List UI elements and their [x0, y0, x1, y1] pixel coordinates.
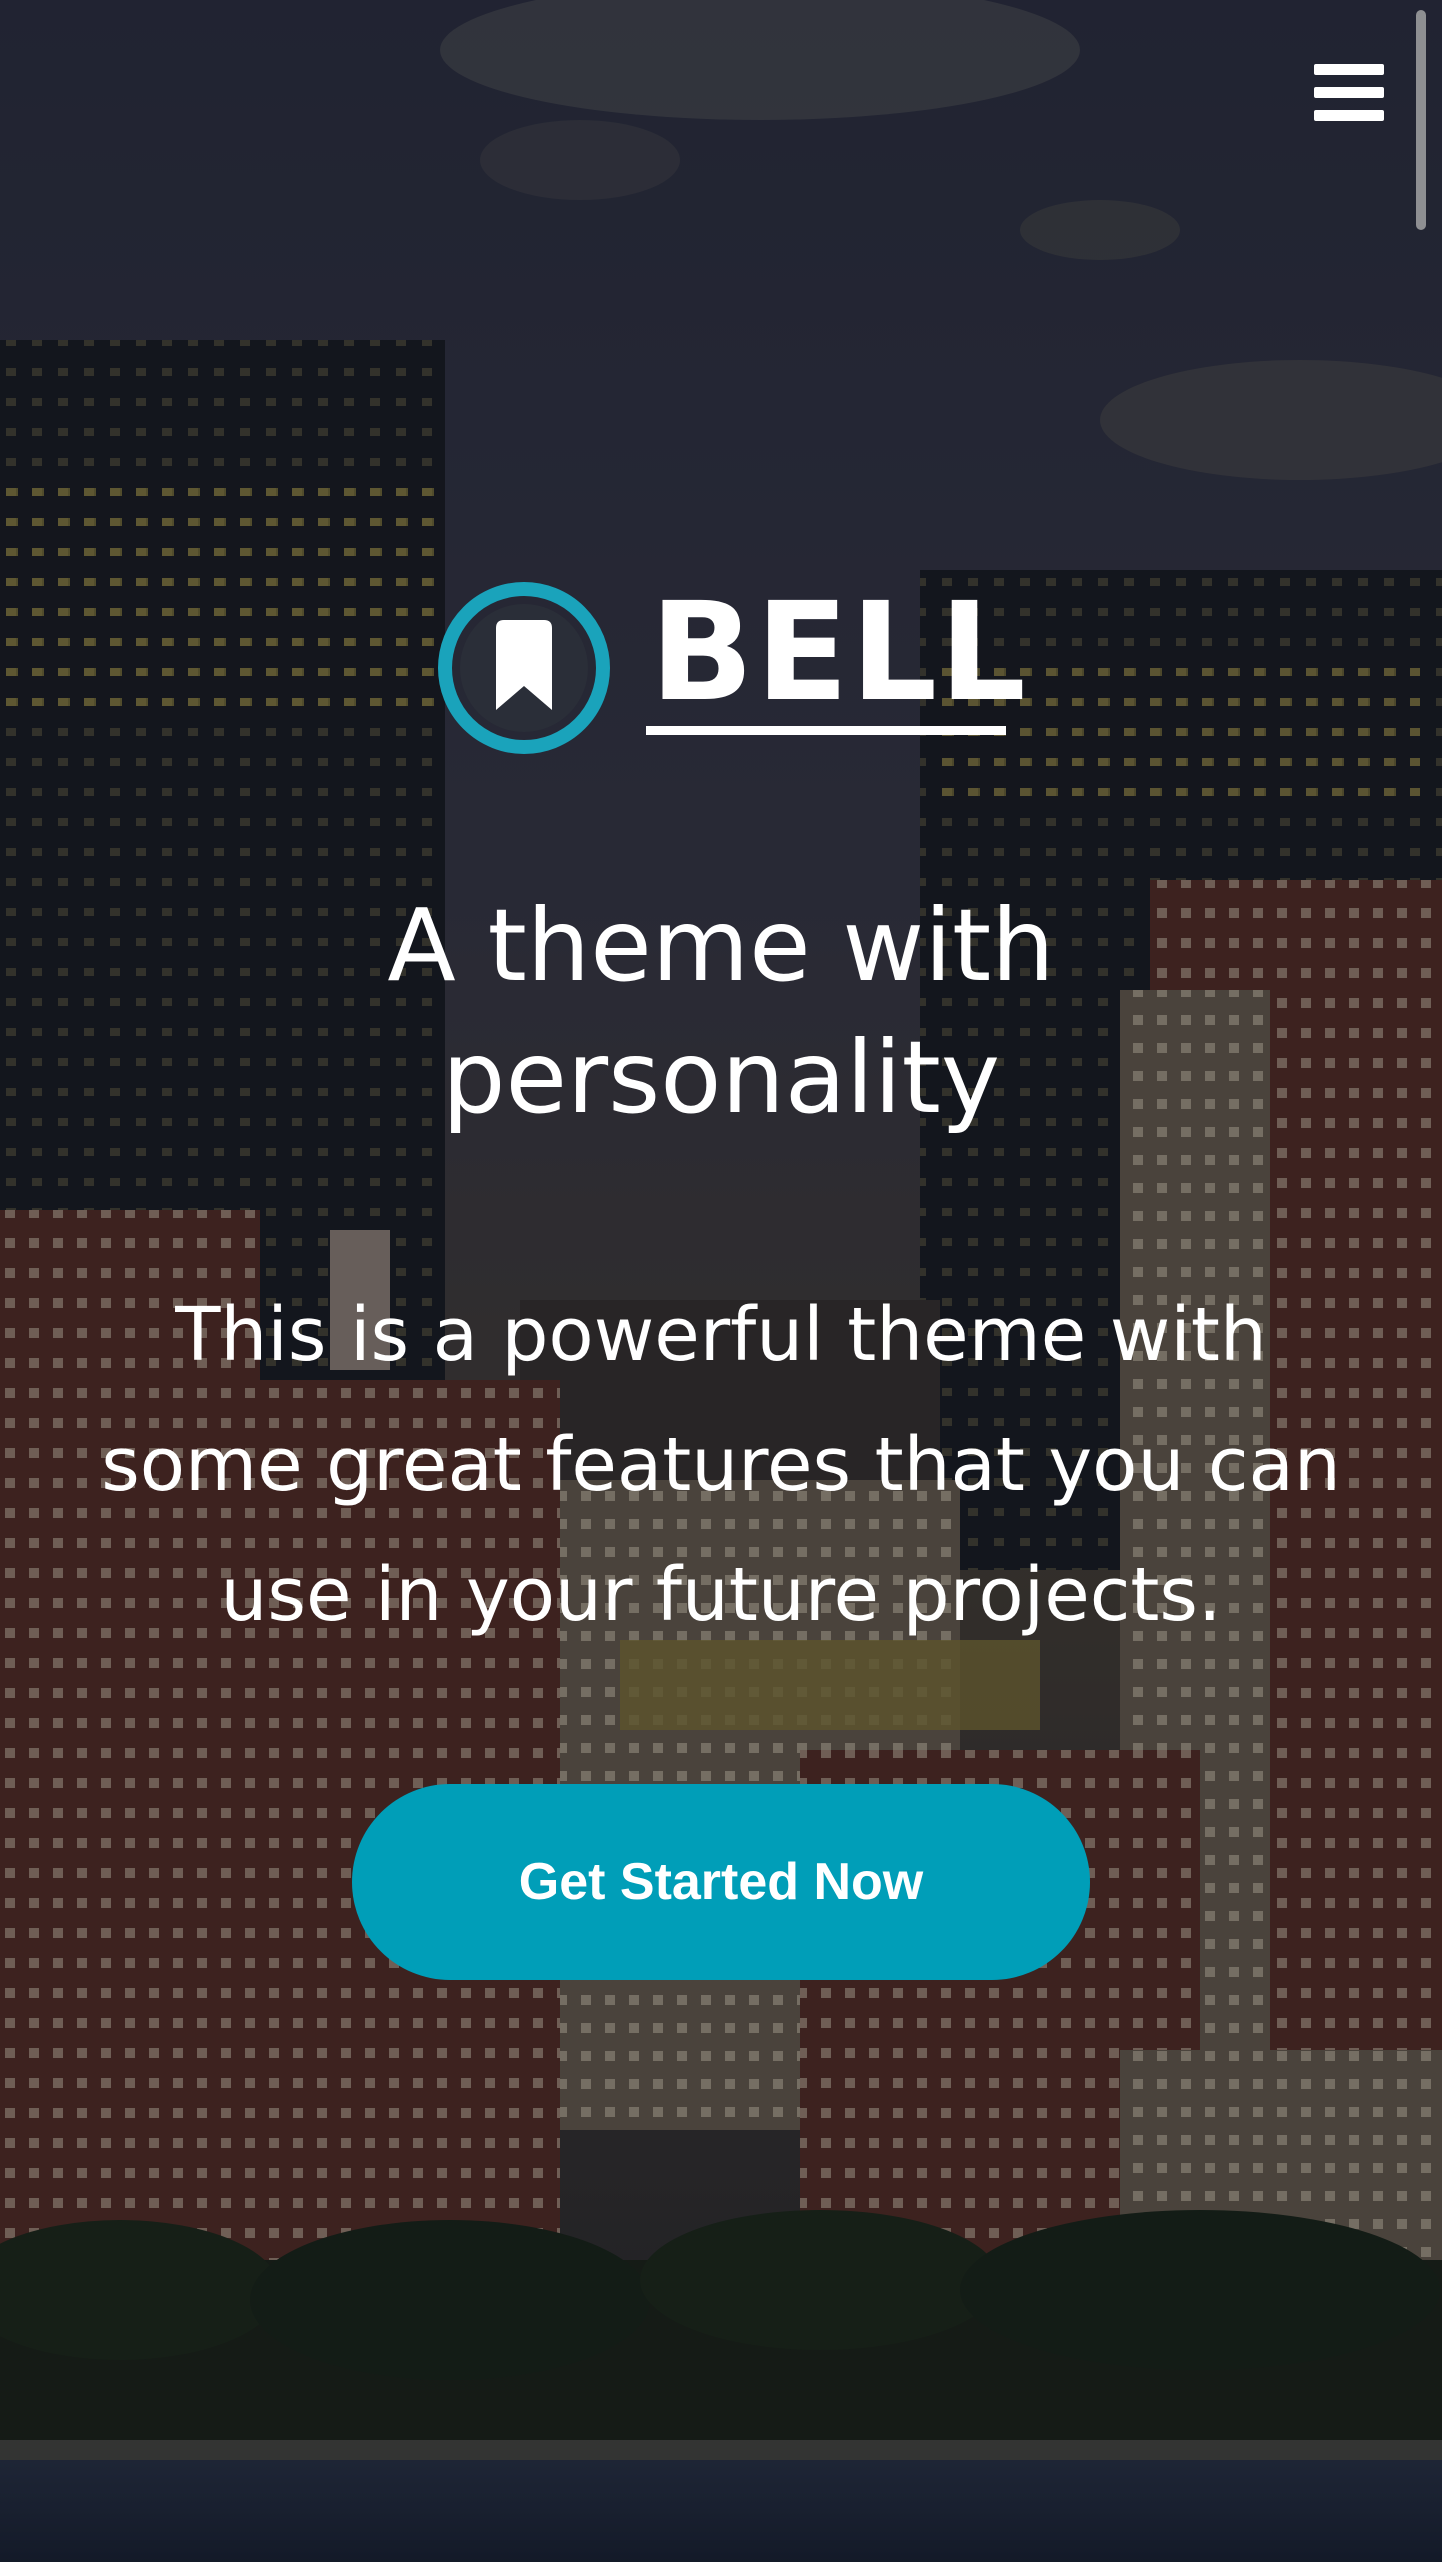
- get-started-button[interactable]: Get Started Now: [352, 1784, 1090, 1980]
- logo-underline: [646, 726, 1006, 735]
- hamburger-menu-icon[interactable]: [1308, 58, 1388, 128]
- hero-description: This is a powerful theme with some great…: [101, 1292, 1341, 1638]
- scrollbar-thumb[interactable]: [1416, 10, 1426, 230]
- bell-logo[interactable]: BELL: [434, 578, 1026, 764]
- bookmark-circle-logo-icon: [438, 582, 610, 754]
- hero-headline: A theme with personality: [387, 887, 1055, 1136]
- logo-wordmark: BELL: [650, 574, 1028, 732]
- hero-section: BELL A theme with personality This is a …: [0, 0, 1442, 2562]
